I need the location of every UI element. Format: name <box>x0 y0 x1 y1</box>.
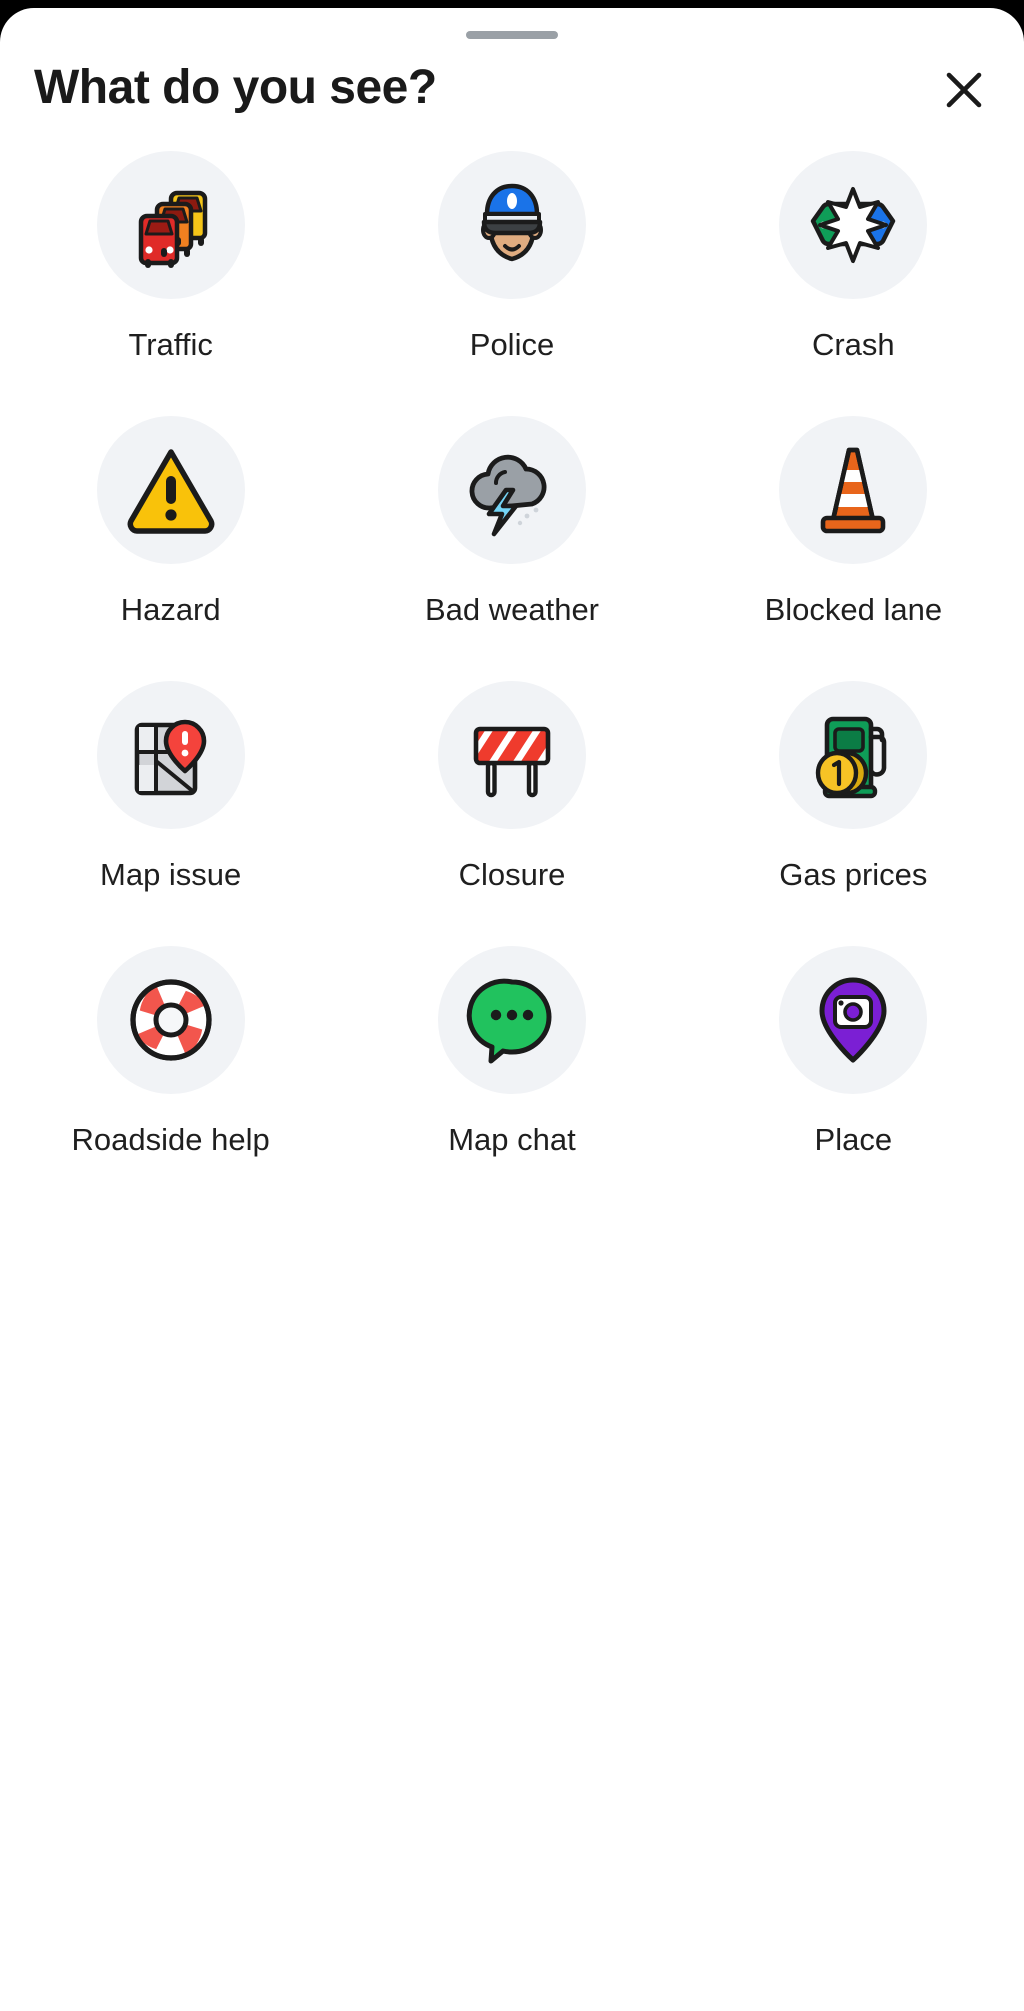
report-type-grid: Traffic Police Crash Hazard Bad weather … <box>0 151 1024 1211</box>
icon-bubble <box>779 681 928 829</box>
report-option-label: Traffic <box>128 327 213 362</box>
icon-bubble <box>96 681 245 829</box>
report-option-bad-weather[interactable]: Bad weather <box>387 416 637 681</box>
map-pin-alert-icon <box>134 719 206 796</box>
icon-bubble <box>437 946 586 1094</box>
report-option-label: Place <box>814 1122 893 1157</box>
report-option-map-issue[interactable]: Map issue <box>46 681 296 946</box>
report-option-label: Closure <box>458 857 566 892</box>
car-crash-icon <box>811 187 896 263</box>
report-option-label: Bad weather <box>424 592 600 627</box>
icon-bubble <box>96 151 245 299</box>
report-option-label: Map issue <box>100 857 242 892</box>
police-officer-icon <box>480 183 543 262</box>
report-bottom-sheet: What do you see? Traffic Police Crash Ha… <box>0 8 1024 2011</box>
report-option-map-chat[interactable]: Map chat <box>387 946 637 1211</box>
close-button[interactable] <box>934 60 994 120</box>
report-option-label: Blocked lane <box>764 592 943 627</box>
report-option-traffic[interactable]: Traffic <box>46 151 296 416</box>
fuel-pump-coin-icon <box>816 716 887 799</box>
report-option-place[interactable]: Place <box>728 946 978 1211</box>
warning-triangle-icon <box>127 449 215 534</box>
sheet-header: What do you see? <box>0 56 1024 136</box>
icon-bubble <box>779 946 928 1094</box>
icon-bubble <box>779 416 928 564</box>
close-icon <box>946 72 982 108</box>
traffic-jam-icon <box>138 190 207 268</box>
icon-bubble <box>437 416 586 564</box>
page-title: What do you see? <box>34 61 437 114</box>
report-option-closure[interactable]: Closure <box>387 681 637 946</box>
report-option-blocked-lane[interactable]: Blocked lane <box>728 416 978 681</box>
storm-cloud-icon <box>469 454 547 537</box>
report-option-label: Police <box>469 327 555 362</box>
report-option-gas-prices[interactable]: Gas prices <box>728 681 978 946</box>
report-option-label: Hazard <box>120 592 221 627</box>
life-ring-icon <box>130 979 212 1061</box>
icon-bubble <box>437 151 586 299</box>
icon-bubble <box>437 681 586 829</box>
report-option-police[interactable]: Police <box>387 151 637 416</box>
icon-bubble <box>96 946 245 1094</box>
report-option-crash[interactable]: Crash <box>728 151 978 416</box>
report-option-label: Gas prices <box>779 857 928 892</box>
report-option-roadside-help[interactable]: Roadside help <box>46 946 296 1211</box>
speech-bubble-icon <box>466 978 552 1064</box>
icon-bubble <box>96 416 245 564</box>
drag-handle[interactable] <box>466 31 558 39</box>
traffic-cone-icon <box>821 447 886 534</box>
report-option-label: Map chat <box>448 1122 576 1157</box>
place-pin-camera-icon <box>819 977 887 1063</box>
icon-bubble <box>779 151 928 299</box>
report-option-hazard[interactable]: Hazard <box>46 416 296 681</box>
report-option-label: Crash <box>811 327 895 362</box>
report-option-label: Roadside help <box>71 1122 270 1157</box>
road-barricade-icon <box>473 726 551 798</box>
